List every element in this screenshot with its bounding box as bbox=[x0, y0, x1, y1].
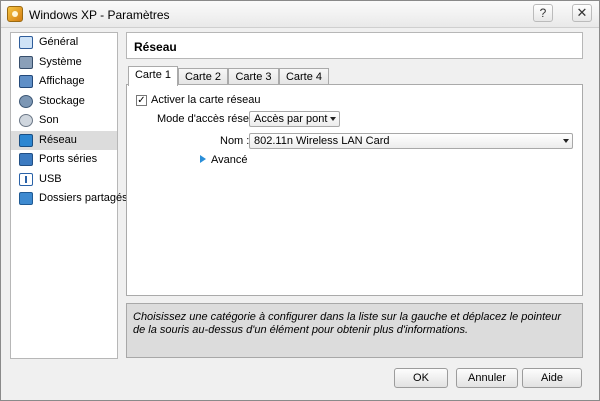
shared-folders-icon bbox=[19, 192, 33, 205]
chevron-down-icon bbox=[330, 117, 336, 121]
serial-ports-icon bbox=[19, 153, 33, 166]
page-title-box: Réseau bbox=[126, 32, 583, 59]
attached-to-value: Accès par pont bbox=[254, 113, 328, 125]
sidebar-item-label: Stockage bbox=[39, 94, 85, 107]
general-icon bbox=[19, 36, 33, 49]
tab-carte-1[interactable]: Carte 1 bbox=[128, 66, 178, 86]
sidebar-item-label: Général bbox=[39, 36, 79, 48]
usb-icon bbox=[19, 172, 33, 186]
audio-icon bbox=[19, 114, 33, 127]
system-icon bbox=[19, 55, 33, 69]
sidebar: Général Système Affichage Stockage Son R… bbox=[10, 32, 128, 359]
sidebar-item-display[interactable]: Affichage bbox=[11, 72, 117, 92]
storage-icon bbox=[19, 94, 33, 108]
adapter-name-value: 802.11n Wireless LAN Card bbox=[254, 135, 390, 147]
display-icon bbox=[19, 75, 33, 88]
help-title-button[interactable]: ? bbox=[533, 4, 553, 22]
enable-adapter-checkbox[interactable]: ✓ bbox=[136, 95, 147, 106]
sidebar-item-label: Système bbox=[39, 55, 82, 68]
sidebar-item-shared-folders[interactable]: Dossiers partagés bbox=[11, 189, 128, 209]
ok-button[interactable]: OK bbox=[394, 368, 448, 388]
sidebar-item-network[interactable]: Réseau bbox=[11, 130, 117, 150]
attached-to-select[interactable]: Accès par pont bbox=[249, 111, 340, 127]
adapter-name-select[interactable]: 802.11n Wireless LAN Card bbox=[249, 133, 573, 149]
page-title: Réseau bbox=[134, 40, 177, 54]
info-box: Choisissez une catégorie à configurer da… bbox=[126, 303, 583, 358]
advanced-toggle[interactable]: Avancé bbox=[211, 154, 248, 166]
sidebar-item-serial-ports[interactable]: Ports séries bbox=[11, 150, 117, 170]
tab-carte-4[interactable]: Carte 4 bbox=[279, 68, 329, 85]
sidebar-item-label: USB bbox=[39, 172, 62, 185]
sidebar-item-label: Son bbox=[39, 114, 59, 126]
sidebar-item-label: Ports séries bbox=[39, 153, 98, 165]
enable-adapter-label: Activer la carte réseau bbox=[151, 94, 261, 106]
expand-arrow-icon[interactable] bbox=[200, 155, 206, 163]
sidebar-item-audio[interactable]: Son bbox=[11, 111, 117, 131]
sidebar-item-label: Affichage bbox=[39, 75, 85, 87]
app-icon bbox=[7, 6, 23, 22]
close-button[interactable]: ✕ bbox=[572, 4, 592, 22]
title-bar: Windows XP - Paramètres ? ✕ bbox=[1, 1, 599, 28]
sidebar-item-system[interactable]: Système bbox=[11, 53, 117, 73]
window-title: Windows XP - Paramètres bbox=[29, 8, 170, 22]
chevron-down-icon bbox=[563, 139, 569, 143]
network-icon bbox=[19, 133, 33, 147]
tab-carte-3[interactable]: Carte 3 bbox=[228, 68, 279, 85]
tab-carte-2[interactable]: Carte 2 bbox=[178, 68, 228, 85]
sidebar-item-label: Dossiers partagés bbox=[39, 192, 128, 204]
info-text: Choisissez une catégorie à configurer da… bbox=[133, 311, 562, 336]
help-button[interactable]: Aide bbox=[522, 368, 582, 388]
sidebar-item-label: Réseau bbox=[39, 133, 77, 146]
name-label: Nom : bbox=[220, 135, 250, 147]
cancel-button[interactable]: Annuler bbox=[456, 368, 518, 388]
sidebar-item-general[interactable]: Général bbox=[11, 33, 117, 53]
sidebar-item-storage[interactable]: Stockage bbox=[11, 92, 117, 112]
sidebar-item-usb[interactable]: USB bbox=[11, 170, 117, 190]
